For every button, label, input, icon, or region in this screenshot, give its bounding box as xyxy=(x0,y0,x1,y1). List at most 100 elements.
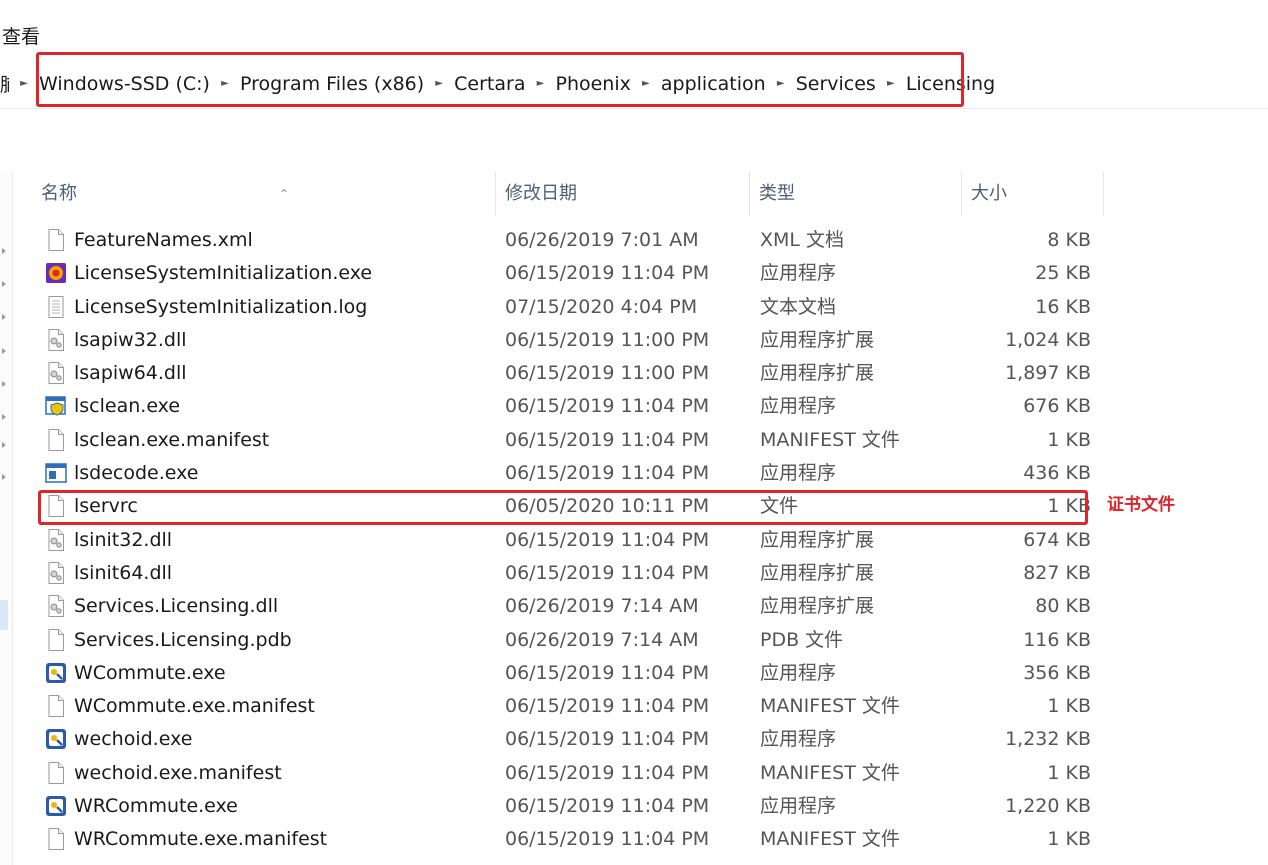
nav-expand-icon[interactable] xyxy=(2,248,6,254)
file-type: PDB 文件 xyxy=(760,628,844,651)
file-name: WCommute.exe.manifest xyxy=(74,695,315,718)
file-row[interactable]: WCommute.exe.manifest 06/15/2019 11:04 PM… xyxy=(14,690,1104,723)
commute-exe-icon xyxy=(45,794,67,818)
file-name: wechoid.exe xyxy=(74,728,193,751)
file-size: 674 KB xyxy=(1023,528,1091,551)
file-date: 07/15/2020 4:04 PM xyxy=(505,295,698,318)
file-type: MANIFEST 文件 xyxy=(760,695,900,718)
file-size: 827 KB xyxy=(1023,561,1091,584)
nav-expand-icon[interactable] xyxy=(2,381,6,387)
column-header-type-label: 类型 xyxy=(759,183,795,204)
file-name: lsinit32.dll xyxy=(74,528,173,551)
dll-file-icon xyxy=(45,328,67,352)
file-row[interactable]: WRCommute.exe.manifest 06/15/2019 11:04 P… xyxy=(14,823,1104,856)
file-row[interactable]: lsinit32.dll 06/15/2019 11:04 PM 应用程序扩展 674… xyxy=(14,524,1104,557)
file-type: MANIFEST 文件 xyxy=(760,828,900,851)
file-size: 80 KB xyxy=(1035,595,1091,618)
chevron-right-icon[interactable]: ► xyxy=(9,78,39,89)
column-header-date-label: 修改日期 xyxy=(505,183,577,204)
file-row[interactable]: WCommute.exe 06/15/2019 11:04 PM 应用程序 356 K… xyxy=(14,657,1104,690)
column-header-type[interactable]: 类型 xyxy=(750,172,962,216)
file-row[interactable]: LicenseSystemInitialization.exe 06/15/201… xyxy=(14,257,1104,290)
nav-expand-icon[interactable] xyxy=(2,314,6,320)
file-list: FeatureNames.xml 06/26/2019 7:01 AM XML 文档… xyxy=(14,224,1104,857)
nav-expand-icon[interactable] xyxy=(2,474,6,480)
commute-exe-icon xyxy=(45,727,67,751)
file-name: wechoid.exe.manifest xyxy=(74,761,282,784)
sort-ascending-icon: ⌃ xyxy=(279,187,290,201)
file-name: lsclean.exe.manifest xyxy=(74,428,270,451)
file-row[interactable]: lsapiw32.dll 06/15/2019 11:00 PM 应用程序扩展 1,0… xyxy=(14,324,1104,357)
file-type: 应用程序 xyxy=(760,795,837,818)
dll-file-icon xyxy=(45,361,67,385)
row-highlight-box xyxy=(38,490,1088,525)
nav-selected-item[interactable] xyxy=(0,600,8,630)
blank-file-icon xyxy=(45,827,67,851)
file-size: 16 KB xyxy=(1035,295,1091,318)
column-header-date[interactable]: 修改日期 xyxy=(496,172,750,216)
file-name: LicenseSystemInitialization.exe xyxy=(74,262,373,285)
breadcrumb-cut-fragment[interactable]: 脑 xyxy=(0,70,9,97)
file-row[interactable]: Services.Licensing.pdb 06/26/2019 7:14 AM… xyxy=(14,624,1104,657)
navigation-pane-edge[interactable] xyxy=(0,172,13,865)
blank-file-icon xyxy=(45,761,67,785)
column-header-size-label: 大小 xyxy=(971,183,1007,204)
dll-file-icon xyxy=(45,561,67,585)
file-row[interactable]: lsapiw64.dll 06/15/2019 11:00 PM 应用程序扩展 1,8… xyxy=(14,357,1104,390)
file-type: 应用程序 xyxy=(760,395,837,418)
nav-expand-icon[interactable] xyxy=(2,414,6,420)
file-date: 06/15/2019 11:04 PM xyxy=(505,795,710,818)
window-exe-icon xyxy=(45,461,67,485)
column-header-row: 名称 ⌃ 修改日期 类型 大小 xyxy=(14,172,1104,216)
file-row[interactable]: FeatureNames.xml 06/26/2019 7:01 AM XML 文档… xyxy=(14,224,1104,257)
nav-expand-icon[interactable] xyxy=(2,442,6,448)
file-row[interactable]: WRCommute.exe 06/15/2019 11:04 PM 应用程序 1,22… xyxy=(14,790,1104,823)
file-date: 06/26/2019 7:14 AM xyxy=(505,628,699,651)
file-row[interactable]: lsdecode.exe 06/15/2019 11:04 PM 应用程序 436 K… xyxy=(14,457,1104,490)
file-row[interactable]: lsclean.exe 06/15/2019 11:04 PM 应用程序 676 KB xyxy=(14,390,1104,423)
file-type: 应用程序扩展 xyxy=(760,528,875,551)
text-file-icon xyxy=(45,295,67,319)
file-size: 116 KB xyxy=(1023,628,1091,651)
file-date: 06/15/2019 11:04 PM xyxy=(505,828,710,851)
file-type: 应用程序 xyxy=(760,462,837,485)
column-header-name[interactable]: 名称 ⌃ xyxy=(32,172,496,216)
column-header-name-label: 名称 xyxy=(41,183,77,204)
file-type: MANIFEST 文件 xyxy=(760,428,900,451)
file-size: 1,220 KB xyxy=(1005,795,1091,818)
blank-file-icon xyxy=(45,428,67,452)
file-type: 应用程序扩展 xyxy=(760,595,875,618)
file-type: 应用程序扩展 xyxy=(760,561,875,584)
dll-file-icon xyxy=(45,528,67,552)
file-name: WCommute.exe xyxy=(74,661,226,684)
blank-file-icon xyxy=(45,694,67,718)
file-size: 1,024 KB xyxy=(1005,328,1091,351)
file-size: 356 KB xyxy=(1023,661,1091,684)
file-size: 1 KB xyxy=(1047,695,1091,718)
file-size: 1 KB xyxy=(1047,828,1091,851)
file-name: Services.Licensing.dll xyxy=(74,595,279,618)
nav-expand-icon[interactable] xyxy=(2,281,6,287)
file-row[interactable]: lsclean.exe.manifest 06/15/2019 11:04 PM M… xyxy=(14,424,1104,457)
file-date: 06/15/2019 11:04 PM xyxy=(505,761,710,784)
file-type: 应用程序 xyxy=(760,262,837,285)
file-size: 1,232 KB xyxy=(1005,728,1091,751)
file-date: 06/15/2019 11:04 PM xyxy=(505,661,710,684)
file-name: lsclean.exe xyxy=(74,395,181,418)
nav-expand-icon[interactable] xyxy=(2,348,6,354)
file-type: 应用程序 xyxy=(760,728,837,751)
view-menu[interactable]: 查看 xyxy=(2,22,40,49)
file-row[interactable]: Services.Licensing.dll 06/26/2019 7:14 AM… xyxy=(14,590,1104,623)
xml-file-icon xyxy=(45,228,67,252)
file-row[interactable]: wechoid.exe 06/15/2019 11:04 PM 应用程序 1,232 … xyxy=(14,723,1104,756)
file-row[interactable]: wechoid.exe.manifest 06/15/2019 11:04 PM M… xyxy=(14,757,1104,790)
file-date: 06/15/2019 11:00 PM xyxy=(505,328,710,351)
file-type: 应用程序扩展 xyxy=(760,362,875,385)
file-date: 06/15/2019 11:04 PM xyxy=(505,462,710,485)
file-row[interactable]: lsinit64.dll 06/15/2019 11:04 PM 应用程序扩展 827… xyxy=(14,557,1104,590)
file-date: 06/15/2019 11:04 PM xyxy=(505,528,710,551)
file-name: FeatureNames.xml xyxy=(74,229,253,251)
file-row[interactable]: LicenseSystemInitialization.log 07/15/202… xyxy=(14,291,1104,324)
file-date: 06/15/2019 11:04 PM xyxy=(505,262,710,285)
column-header-size[interactable]: 大小 xyxy=(962,172,1104,216)
